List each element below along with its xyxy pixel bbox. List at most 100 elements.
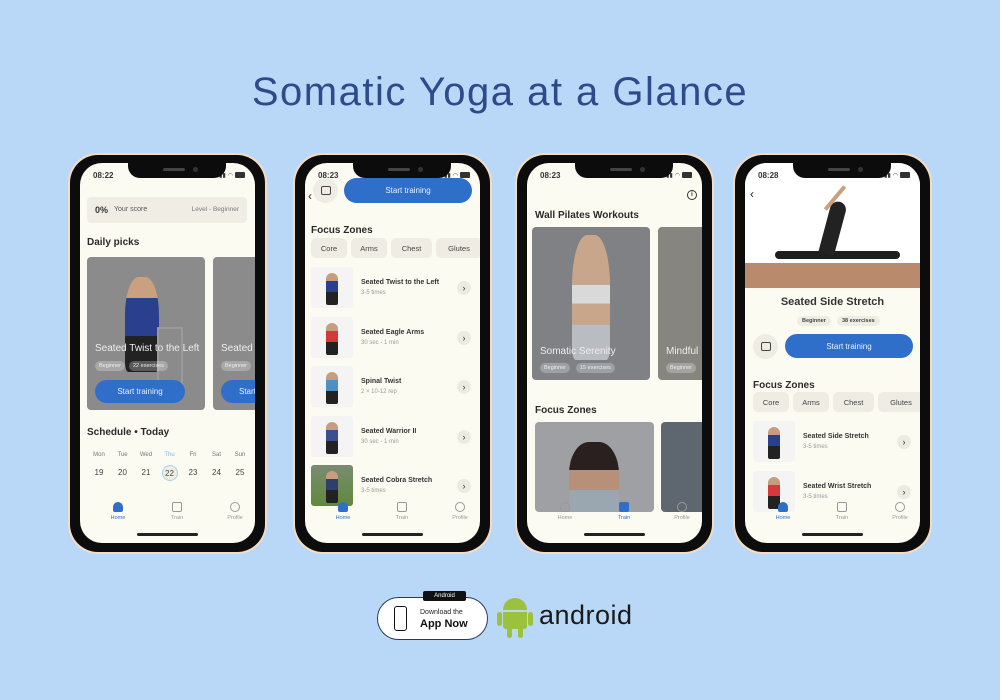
screen: 08:23 ▮▮ ◠ ‹ Start training Focus Zones C… [305, 163, 480, 543]
count-badge: 22 exercises [129, 361, 168, 371]
focus-chip-core[interactable]: Core [311, 238, 347, 258]
back-chevron-icon[interactable]: ‹ [750, 187, 754, 201]
focus-chip-chest[interactable]: Chest [833, 392, 874, 412]
nav-label: Home [110, 515, 126, 521]
workout-card[interactable]: Mindful Beginner [658, 227, 702, 380]
exercise-thumbnail [311, 415, 353, 457]
profile-icon [677, 502, 687, 512]
exercise-subtitle: 3-5 times [803, 444, 828, 450]
notch [575, 163, 673, 178]
exercise-thumbnail [311, 267, 353, 308]
score-value: 0% [95, 205, 109, 215]
chevron-right-icon[interactable]: › [457, 330, 471, 345]
schedule-button[interactable] [753, 334, 778, 359]
card-title: Seated [221, 343, 253, 354]
chevron-right-icon[interactable]: › [457, 380, 471, 394]
status-time: 08:28 [758, 171, 779, 180]
headline: Somatic Yoga at a Glance [251, 70, 749, 114]
exercise-row[interactable]: Seated Twist to the Left 3-5 times › [305, 267, 480, 309]
exercise-title: Seated Cobra Stretch [361, 477, 433, 484]
screen: 08:28 ▮▮ ◠ ‹ Seated Side Stretch Beginner… [745, 163, 920, 543]
focus-chip-glutes[interactable]: Glutes [878, 392, 920, 412]
nav-tab-home[interactable]: Home [763, 502, 803, 521]
home-icon [560, 502, 570, 512]
nav-tab-profile[interactable]: Profile [215, 502, 255, 521]
chevron-right-icon[interactable]: › [457, 429, 471, 444]
nav-tab-home[interactable]: Home [323, 502, 363, 521]
count-badge: 15 exercises [576, 363, 615, 373]
exercise-row[interactable]: Seated Eagle Arms 30 sec - 1 min › [305, 316, 480, 359]
notch [128, 163, 226, 178]
screen: 08:22 ▮▮ ◠ 0% Your score Level - Beginner… [80, 163, 255, 543]
card-title: Mindful [666, 346, 699, 357]
exercise-thumbnail [311, 316, 353, 358]
bottom-nav: Home Train Profile [745, 502, 920, 532]
focus-chip-arms[interactable]: Arms [793, 392, 829, 412]
schedule-button[interactable] [313, 178, 338, 203]
day-date[interactable]: 19 [91, 465, 107, 481]
info-icon[interactable]: i [687, 190, 697, 200]
battery-icon [900, 172, 910, 178]
back-chevron-icon[interactable]: ‹ [308, 189, 312, 203]
bottom-nav: Home Train Profile [527, 502, 702, 532]
nav-tab-profile[interactable]: Profile [662, 502, 702, 521]
hero-image [745, 163, 920, 288]
focus-chip-glutes[interactable]: Glutes [436, 238, 480, 258]
nav-tab-profile[interactable]: Profile [440, 502, 480, 521]
person-image [326, 471, 338, 503]
focus-zone-card[interactable] [535, 422, 654, 512]
focus-zone-card[interactable] [661, 422, 702, 512]
nav-tab-home[interactable]: Home [545, 502, 585, 521]
exercise-title: Seated Wrist Stretch [803, 482, 872, 490]
android-robot-icon [497, 598, 533, 638]
day-date[interactable]: 20 [115, 465, 131, 481]
day-date[interactable]: 24 [209, 465, 225, 481]
day-date[interactable]: 25 [232, 465, 248, 481]
download-app-badge[interactable]: Download the App Now [377, 597, 488, 640]
nav-tab-home[interactable]: Home [98, 502, 138, 521]
start-training-button[interactable]: Start training [95, 380, 185, 403]
exercise-row[interactable]: Seated Side Stretch 3-5 times › [745, 421, 920, 463]
nav-label: Home [775, 515, 791, 521]
daily-pick-card[interactable]: Seated Twist to the Left Beginner 22 exe… [87, 257, 205, 410]
weekday-label: Fri [189, 452, 197, 458]
chevron-right-icon[interactable]: › [457, 479, 471, 493]
daily-pick-card[interactable]: Seated Beginner Start [213, 257, 255, 410]
nav-tab-train[interactable]: Train [604, 502, 644, 521]
home-icon [338, 502, 348, 512]
nav-label: Profile [674, 515, 690, 521]
calendar-icon [760, 342, 771, 351]
day-date[interactable]: 23 [185, 465, 201, 481]
nav-tab-train[interactable]: Train [157, 502, 197, 521]
exercise-title: Seated Eagle Arms [361, 328, 425, 336]
score-box[interactable]: 0% Your score Level - Beginner [87, 197, 247, 223]
day-date[interactable]: 21 [138, 465, 154, 481]
chevron-right-icon[interactable]: › [897, 484, 911, 499]
home-indicator [584, 533, 645, 536]
exercise-row[interactable]: Seated Cobra Stretch 3-5 times › [305, 465, 480, 507]
level-badge: Beginner [540, 363, 571, 373]
nav-tab-train[interactable]: Train [822, 502, 862, 521]
chevron-right-icon[interactable]: › [457, 281, 471, 295]
phone-workout-detail: 08:28 ▮▮ ◠ ‹ Seated Side Stretch Beginner… [735, 155, 930, 552]
focus-chip-core[interactable]: Core [753, 392, 789, 412]
exercise-row[interactable]: Seated Warrior II 30 sec - 1 min › [305, 415, 480, 458]
start-training-button[interactable]: Start [221, 380, 255, 403]
focus-chip-arms[interactable]: Arms [351, 238, 387, 258]
start-training-button[interactable]: Start training [785, 334, 913, 358]
phone-workout-list: 08:23 ▮▮ ◠ ‹ Start training Focus Zones C… [295, 155, 490, 552]
start-training-button[interactable]: Start training [344, 178, 472, 203]
focus-chip-chest[interactable]: Chest [391, 238, 432, 258]
exercise-subtitle: 3-5 times [361, 290, 386, 296]
workout-title: Seated Side Stretch [780, 296, 885, 308]
exercise-row[interactable]: Spinal Twist 2 × 10-12 rep › [305, 366, 480, 408]
daily-picks-title: Daily picks [87, 237, 140, 248]
nav-tab-train[interactable]: Train [382, 502, 422, 521]
phone-train-screen: 08:23 ▮▮ ◠ i Wall Pilates Workouts Somati… [517, 155, 712, 552]
workout-card[interactable]: Somatic Serenity Beginner 15 exercises [532, 227, 650, 380]
day-today[interactable]: 22 [161, 465, 178, 481]
download-line1: Download the [420, 609, 463, 616]
count-badge: 38 exercises [837, 316, 880, 326]
nav-tab-profile[interactable]: Profile [880, 502, 920, 521]
chevron-right-icon[interactable]: › [897, 435, 911, 449]
